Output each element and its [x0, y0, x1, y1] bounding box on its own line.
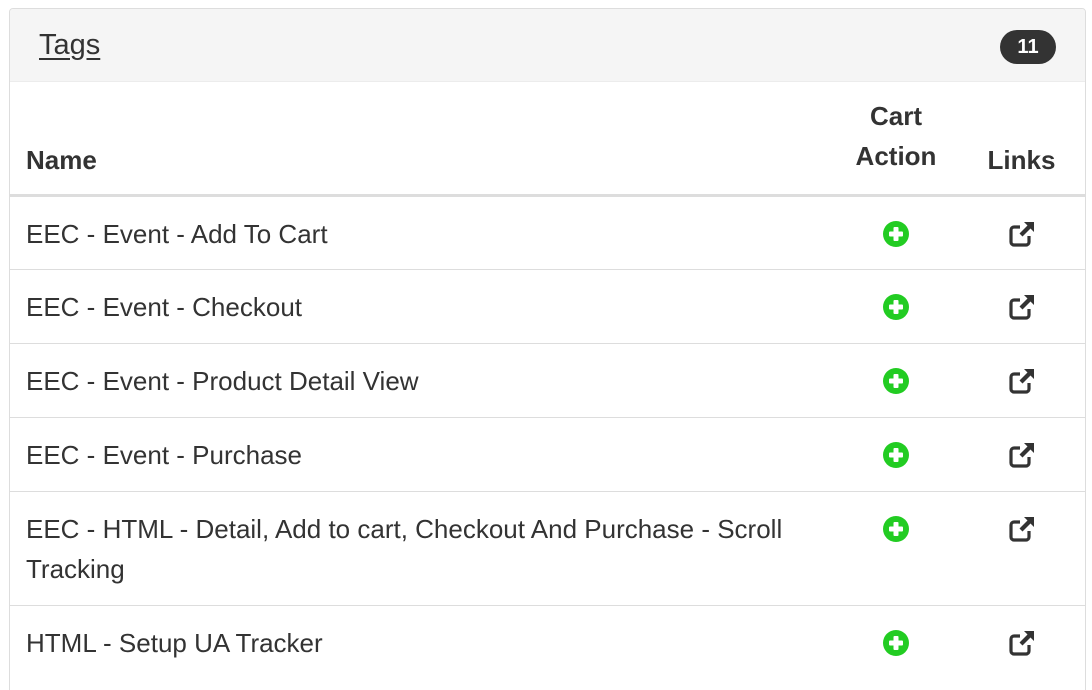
tag-name: HTML - Setup UA Tracker [10, 604, 834, 679]
tag-name: EEC - Event - Checkout [10, 268, 834, 343]
count-badge: 11 [1000, 30, 1056, 64]
panel-heading: Tags 11 [10, 9, 1085, 82]
external-link-icon[interactable] [1007, 440, 1037, 470]
links-cell [958, 342, 1085, 417]
table-row: HTML - Setup UA Tracker [10, 604, 1085, 679]
tag-name: EEC - Event - Purchase [10, 416, 834, 491]
cart-action-cell [834, 195, 958, 269]
external-link-icon[interactable] [1007, 219, 1037, 249]
plus-circle-icon[interactable] [881, 366, 911, 396]
cart-action-cell [834, 416, 958, 491]
panel-title-link[interactable]: Tags [39, 29, 100, 62]
external-link-icon[interactable] [1007, 514, 1037, 544]
table-row: EEC - Event - Add To Cart [10, 195, 1085, 269]
table-row: EEC - Event - Product Detail View [10, 342, 1085, 417]
cart-action-cell [834, 268, 958, 343]
cart-action-cell [834, 604, 958, 679]
plus-circle-icon[interactable] [881, 514, 911, 544]
column-header-cart-action: Cart Action [834, 82, 958, 197]
external-link-icon[interactable] [1007, 366, 1037, 396]
external-link-icon[interactable] [1007, 628, 1037, 658]
tag-name: EEC - Event - Product Detail View [10, 342, 834, 417]
plus-circle-icon[interactable] [881, 440, 911, 470]
column-header-links: Links [958, 82, 1085, 197]
cart-action-cell [834, 490, 958, 605]
plus-circle-icon[interactable] [881, 292, 911, 322]
links-cell [958, 604, 1085, 679]
top-strip [0, 0, 1092, 8]
tag-name: EEC - Event - Add To Cart [26, 218, 328, 249]
tags-table: Name Cart Action Links EEC - Event - Add … [10, 82, 1085, 679]
column-header-cart-action-label: Cart Action [855, 100, 937, 171]
tags-panel: Tags 11 Name Cart Action Links EEC - Even… [9, 8, 1086, 690]
links-cell [958, 195, 1085, 269]
table-row: EEC - Event - Purchase [10, 416, 1085, 491]
page: Tags 11 Name Cart Action Links EEC - Even… [0, 0, 1092, 690]
links-cell [958, 490, 1085, 605]
table-row: EEC - HTML - Detail, Add to cart, Checko… [10, 490, 1085, 605]
cart-action-cell [834, 342, 958, 417]
plus-circle-icon[interactable] [881, 628, 911, 658]
plus-circle-icon[interactable] [881, 219, 911, 249]
external-link-icon[interactable] [1007, 292, 1037, 322]
table-row: EEC - Event - Checkout [10, 268, 1085, 343]
table-header-row: Name Cart Action Links [10, 82, 1085, 197]
links-cell [958, 416, 1085, 491]
tag-name: EEC - HTML - Detail, Add to cart, Checko… [10, 490, 834, 605]
column-header-name: Name [10, 82, 834, 197]
links-cell [958, 268, 1085, 343]
